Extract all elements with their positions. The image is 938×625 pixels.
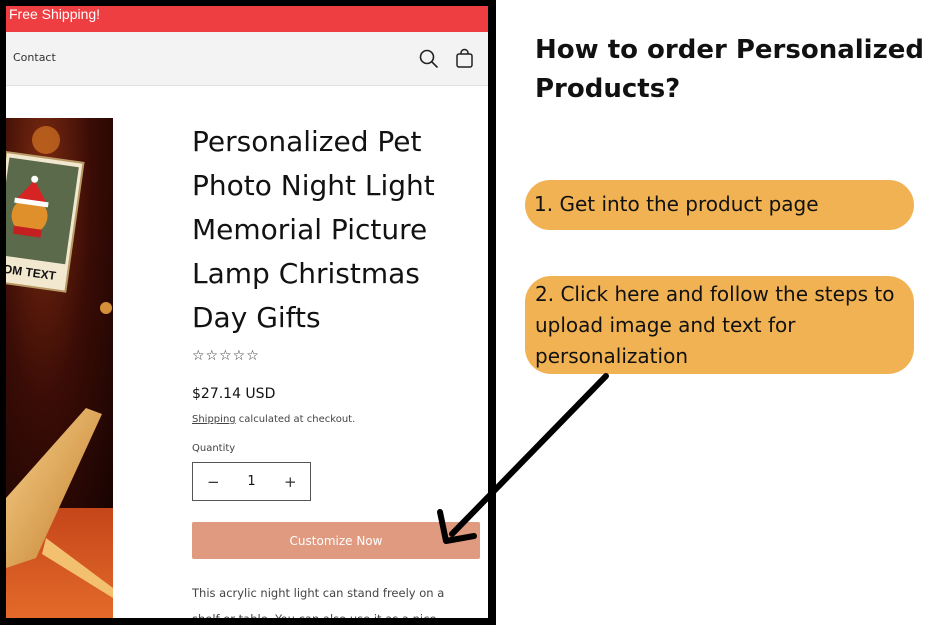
search-icon[interactable]: [418, 48, 440, 70]
instructions-title: How to order Personalized Products?: [535, 35, 924, 104]
step-2-callout: 2. Click here and follow the steps to up…: [525, 276, 914, 374]
site-header: Contact: [6, 32, 488, 86]
step-1-callout: 1. Get into the product page: [525, 180, 914, 230]
shipping-note: calculated at checkout.: [235, 414, 356, 425]
cart-icon[interactable]: [454, 48, 476, 70]
product-title: Personalized Pet Photo Night Light Memor…: [192, 125, 435, 334]
screenshot-frame: Free Shipping! Contact TOM TEXT Personal…: [0, 0, 496, 625]
quantity-label: Quantity: [192, 443, 236, 454]
shipping-info: Shipping calculated at checkout.: [192, 414, 355, 425]
product-price: $27.14 USD: [192, 386, 276, 402]
quantity-increase-button[interactable]: +: [284, 473, 297, 491]
product-description: This acrylic night light can stand freel…: [192, 586, 445, 618]
customize-now-button[interactable]: Customize Now: [192, 522, 480, 559]
store-page: Free Shipping! Contact TOM TEXT Personal…: [6, 6, 488, 618]
quantity-stepper: − 1 +: [192, 462, 311, 501]
quantity-input[interactable]: 1: [247, 474, 255, 489]
nav-contact-link[interactable]: Contact: [13, 51, 56, 64]
product-image[interactable]: TOM TEXT: [6, 118, 113, 618]
announcement-bar: Free Shipping!: [6, 6, 488, 32]
rating-stars: ☆☆☆☆☆: [192, 348, 260, 364]
quantity-decrease-button[interactable]: −: [207, 473, 220, 491]
shipping-link[interactable]: Shipping: [192, 414, 236, 425]
